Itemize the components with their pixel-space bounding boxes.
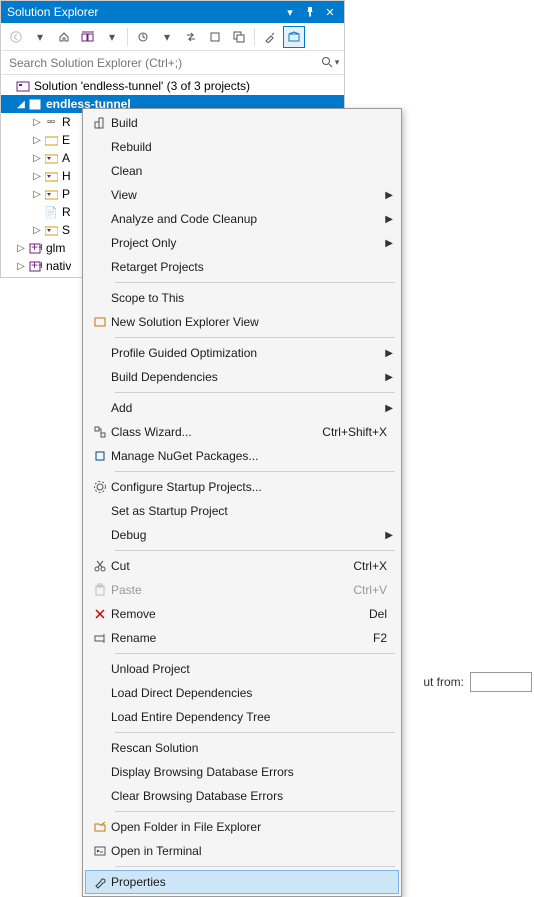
search-icon[interactable]: ▾ xyxy=(316,56,344,70)
submenu-arrow-icon: ▶ xyxy=(385,238,393,249)
expander-icon[interactable]: ▷ xyxy=(15,243,27,254)
expander-icon[interactable]: ▷ xyxy=(31,189,43,200)
filter-folder-icon xyxy=(43,168,59,184)
solution-label: Solution 'endless-tunnel' (3 of 3 projec… xyxy=(34,79,250,93)
svg-text:++: ++ xyxy=(31,259,42,272)
rename-icon xyxy=(89,631,111,645)
menu-open-folder[interactable]: Open Folder in File Explorer xyxy=(85,815,399,839)
project-icon: ++ xyxy=(27,258,43,274)
menu-cut[interactable]: CutCtrl+X xyxy=(85,554,399,578)
menu-add[interactable]: Add▶ xyxy=(85,396,399,420)
menu-clear-browse-err[interactable]: Clear Browsing Database Errors xyxy=(85,784,399,808)
collapse-all-button[interactable] xyxy=(228,26,250,48)
properties-button[interactable] xyxy=(259,26,281,48)
sync-button[interactable]: ▾ xyxy=(156,26,178,48)
panel-title: Solution Explorer xyxy=(7,5,282,19)
file-icon: 📄 xyxy=(43,204,59,220)
close-icon[interactable]: ✕ xyxy=(322,4,338,20)
switch-view-drop[interactable]: ▾ xyxy=(101,26,123,48)
solution-icon xyxy=(15,78,31,94)
open-folder-icon xyxy=(89,820,111,834)
project-icon xyxy=(27,96,43,112)
menu-display-browse-err[interactable]: Display Browsing Database Errors xyxy=(85,760,399,784)
svg-text:++: ++ xyxy=(31,241,42,254)
filter-folder-icon xyxy=(43,150,59,166)
menu-debug[interactable]: Debug▶ xyxy=(85,523,399,547)
menu-set-startup[interactable]: Set as Startup Project xyxy=(85,499,399,523)
preview-button[interactable] xyxy=(283,26,305,48)
menu-rebuild[interactable]: Rebuild xyxy=(85,135,399,159)
menu-analyze[interactable]: Analyze and Code Cleanup▶ xyxy=(85,207,399,231)
submenu-arrow-icon: ▶ xyxy=(385,214,393,225)
menu-retarget[interactable]: Retarget Projects xyxy=(85,255,399,279)
menu-clean[interactable]: Clean xyxy=(85,159,399,183)
show-all-button[interactable] xyxy=(204,26,226,48)
wrench-icon xyxy=(89,875,111,889)
menu-load-direct[interactable]: Load Direct Dependencies xyxy=(85,681,399,705)
submenu-arrow-icon: ▶ xyxy=(385,403,393,414)
menu-build[interactable]: Build xyxy=(85,111,399,135)
pending-changes-button[interactable] xyxy=(132,26,154,48)
expander-icon[interactable]: ▷ xyxy=(31,135,43,146)
home-button[interactable] xyxy=(53,26,75,48)
menu-configure-startup[interactable]: Configure Startup Projects... xyxy=(85,475,399,499)
switch-view-button[interactable] xyxy=(77,26,99,48)
menu-load-entire[interactable]: Load Entire Dependency Tree xyxy=(85,705,399,729)
expander-icon[interactable]: ◢ xyxy=(15,99,27,110)
dropdown-icon[interactable]: ▾ xyxy=(282,4,298,20)
pin-icon[interactable] xyxy=(302,4,318,20)
nuget-icon xyxy=(89,449,111,463)
filter-folder-icon xyxy=(43,186,59,202)
menu-rename[interactable]: RenameF2 xyxy=(85,626,399,650)
menu-build-deps[interactable]: Build Dependencies▶ xyxy=(85,365,399,389)
expander-icon[interactable]: ▷ xyxy=(31,117,43,128)
menu-remove[interactable]: RemoveDel xyxy=(85,602,399,626)
paste-icon xyxy=(89,583,111,597)
menu-unload[interactable]: Unload Project xyxy=(85,657,399,681)
forward-button[interactable]: ▾ xyxy=(29,26,51,48)
cut-icon xyxy=(89,559,111,573)
panel-titlebar[interactable]: Solution Explorer ▾ ✕ xyxy=(1,1,344,23)
filter-folder-icon xyxy=(43,222,59,238)
panel-toolbar: ▾ ▾ ▾ xyxy=(1,23,344,51)
search-input[interactable] xyxy=(1,53,316,73)
solution-node[interactable]: Solution 'endless-tunnel' (3 of 3 projec… xyxy=(1,77,344,95)
menu-open-terminal[interactable]: Open in Terminal xyxy=(85,839,399,863)
expander-icon[interactable]: ▷ xyxy=(31,171,43,182)
expander-icon[interactable]: ▷ xyxy=(31,225,43,236)
background-field: ut from: xyxy=(423,672,534,692)
new-view-icon xyxy=(89,315,111,329)
menu-project-only[interactable]: Project Only▶ xyxy=(85,231,399,255)
back-button[interactable] xyxy=(5,26,27,48)
background-field-label: ut from: xyxy=(423,675,464,689)
search-row: ▾ xyxy=(1,51,344,75)
menu-profile-guided[interactable]: Profile Guided Optimization▶ xyxy=(85,341,399,365)
menu-paste: PasteCtrl+V xyxy=(85,578,399,602)
menu-rescan[interactable]: Rescan Solution xyxy=(85,736,399,760)
project-context-menu: Build Rebuild Clean View▶ Analyze and Co… xyxy=(82,108,402,897)
expander-icon[interactable]: ▷ xyxy=(31,153,43,164)
terminal-icon xyxy=(89,844,111,858)
menu-properties[interactable]: Properties xyxy=(85,870,399,894)
background-field-input[interactable] xyxy=(470,672,532,692)
remove-icon xyxy=(89,607,111,621)
submenu-arrow-icon: ▶ xyxy=(385,348,393,359)
gear-icon xyxy=(89,480,111,494)
submenu-arrow-icon: ▶ xyxy=(385,190,393,201)
menu-class-wizard[interactable]: Class Wizard...Ctrl+Shift+X xyxy=(85,420,399,444)
expander-icon[interactable]: ▷ xyxy=(15,261,27,272)
menu-scope[interactable]: Scope to This xyxy=(85,286,399,310)
project-icon: ++ xyxy=(27,240,43,256)
class-wizard-icon xyxy=(89,425,111,439)
references-icon: ▫▫ xyxy=(43,114,59,130)
menu-new-solution-view[interactable]: New Solution Explorer View xyxy=(85,310,399,334)
menu-nuget[interactable]: Manage NuGet Packages... xyxy=(85,444,399,468)
build-icon xyxy=(89,116,111,130)
submenu-arrow-icon: ▶ xyxy=(385,372,393,383)
sync-arrows-icon[interactable] xyxy=(180,26,202,48)
submenu-arrow-icon: ▶ xyxy=(385,530,393,541)
folder-icon xyxy=(43,132,59,148)
menu-view[interactable]: View▶ xyxy=(85,183,399,207)
